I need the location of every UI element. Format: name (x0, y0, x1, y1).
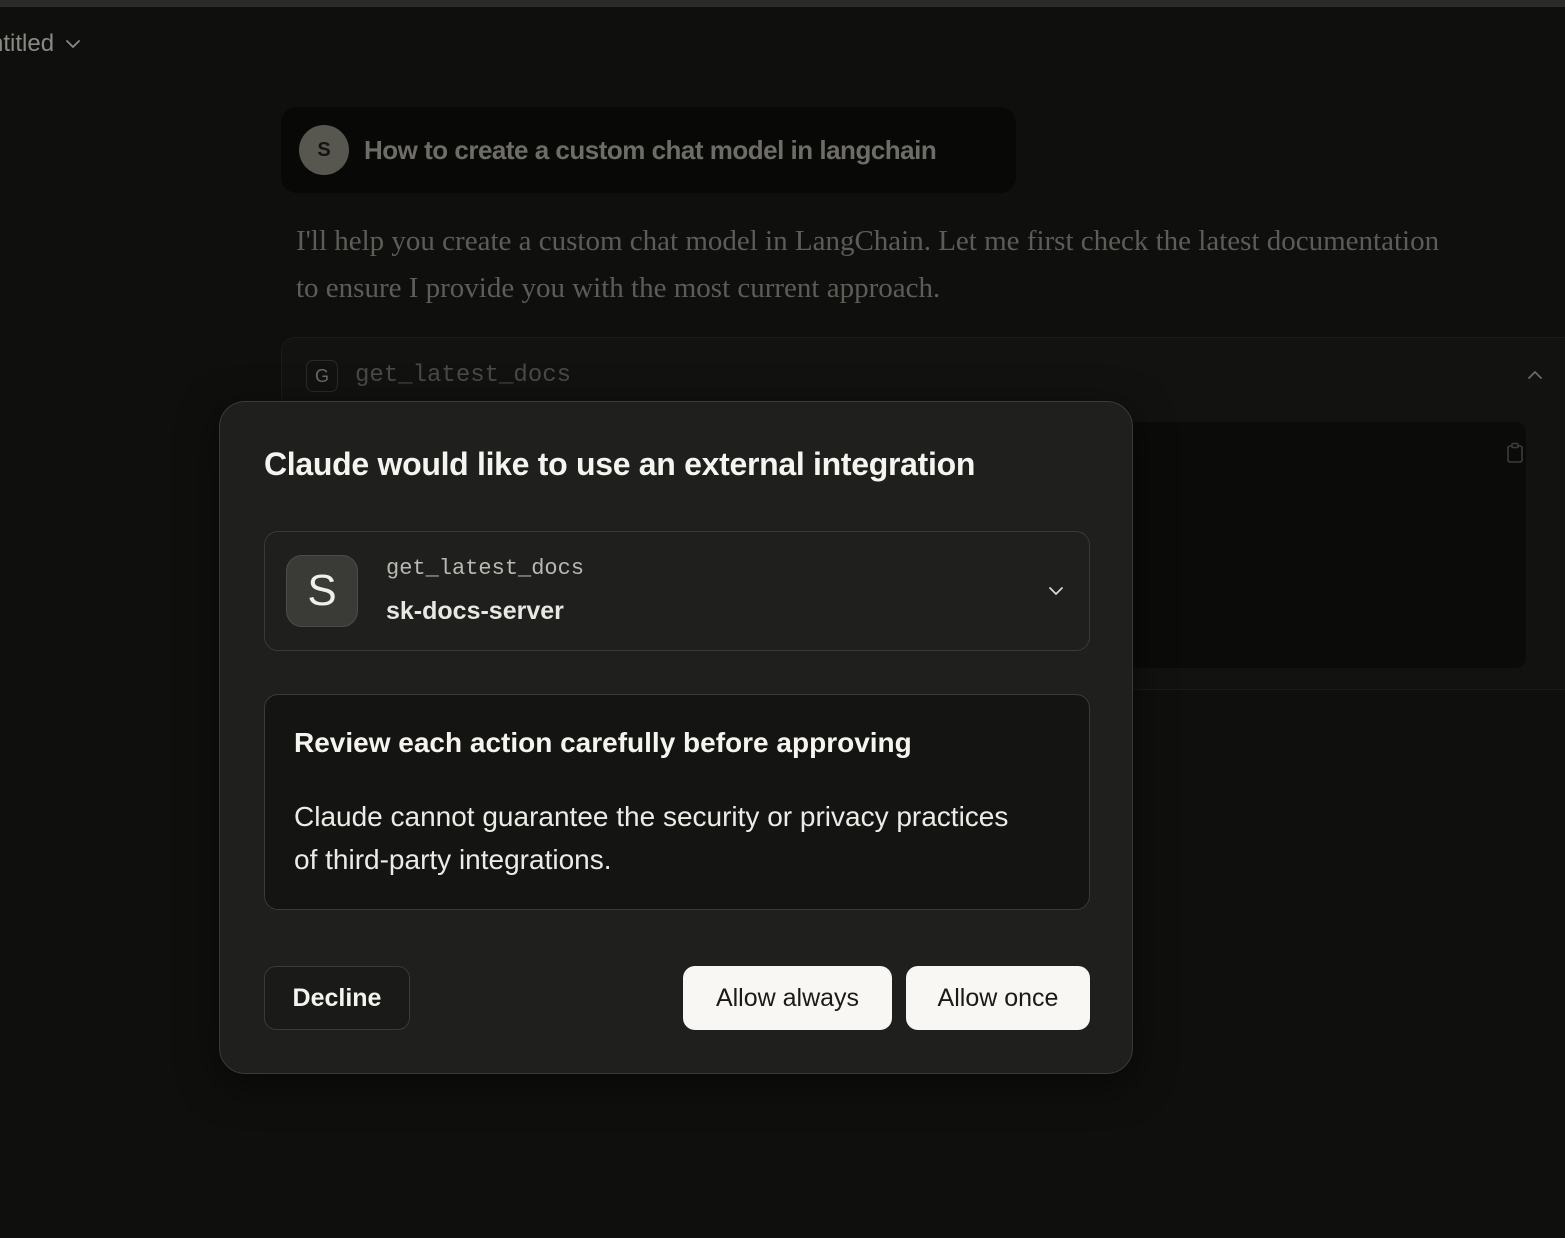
decline-button[interactable]: Decline (264, 966, 410, 1030)
dialog-title: Claude would like to use an external int… (264, 446, 976, 482)
tool-call-name: get_latest_docs (355, 362, 572, 389)
chevron-down-icon (64, 35, 82, 53)
app-window: ntitled S How to create a custom chat mo… (0, 0, 1565, 1238)
assistant-message: I'll help you create a custom chat model… (296, 225, 1440, 304)
user-message: S How to create a custom chat model in l… (281, 107, 1016, 193)
user-message-text: How to create a custom chat model in lan… (364, 134, 937, 165)
security-warning: Review each action carefully before appr… (264, 694, 1090, 910)
chevron-down-icon[interactable] (1045, 580, 1067, 607)
tool-badge: G (306, 360, 338, 392)
clipboard-icon[interactable] (1506, 442, 1524, 469)
warning-body: Claude cannot guarantee the security or … (294, 801, 1009, 875)
conversation-title-menu[interactable]: ntitled (0, 30, 82, 58)
integration-details-toggle[interactable]: S get_latest_docs sk-docs-server (264, 531, 1090, 651)
chevron-up-icon[interactable] (1526, 366, 1544, 389)
allow-always-button[interactable]: Allow always (683, 966, 892, 1030)
conversation-title: ntitled (0, 30, 55, 57)
server-name: sk-docs-server (386, 597, 564, 625)
allow-once-button[interactable]: Allow once (906, 966, 1090, 1030)
integration-permission-dialog: Claude would like to use an external int… (219, 401, 1133, 1074)
server-avatar: S (286, 555, 358, 627)
user-avatar: S (299, 125, 349, 175)
warning-title: Review each action carefully before appr… (294, 727, 912, 758)
top-strip (0, 0, 1565, 7)
tool-name: get_latest_docs (386, 556, 585, 581)
